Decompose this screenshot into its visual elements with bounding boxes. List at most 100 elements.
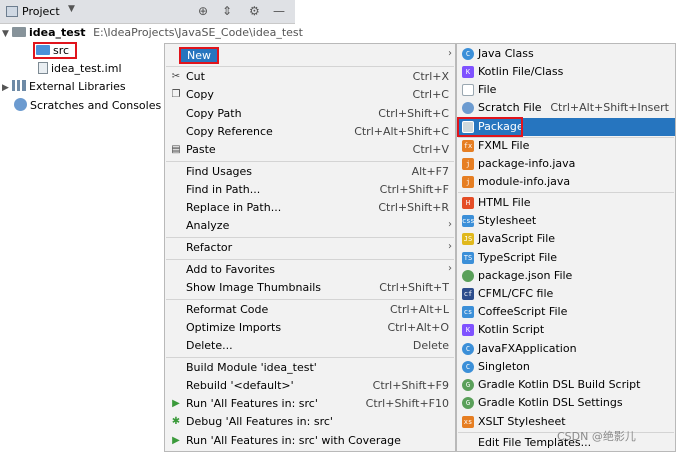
- menu-item-rebuild[interactable]: Rebuild '<default>' Ctrl+Shift+F9: [165, 377, 455, 395]
- html-icon: H: [462, 197, 474, 209]
- menu-item-paste[interactable]: ▤ Paste Ctrl+V: [165, 141, 455, 159]
- menu-separator: [166, 259, 454, 260]
- highlight-box-package: [457, 117, 523, 137]
- crosshair-icon[interactable]: ⊕: [198, 4, 208, 18]
- java-file-icon: j: [462, 176, 474, 188]
- project-path: E:\IdeaProjects\JavaSE_Code\idea_test: [93, 26, 303, 39]
- menu-item-optimize-imports[interactable]: Optimize Imports Ctrl+Alt+O: [165, 319, 455, 337]
- project-icon: [6, 6, 18, 17]
- npm-icon: [462, 270, 474, 282]
- java-class-icon: C: [462, 48, 474, 60]
- submenu-item-kotlin-script[interactable]: K Kotlin Script: [457, 321, 675, 339]
- chevron-right-icon: ›: [448, 219, 452, 230]
- folder-icon: [12, 27, 26, 37]
- submenu-item-singleton[interactable]: C Singleton: [457, 358, 675, 376]
- chevron-down-icon[interactable]: ▼: [2, 29, 12, 39]
- menu-item-refactor[interactable]: Refactor ›: [165, 239, 455, 257]
- scratch-icon: [462, 102, 474, 114]
- menu-item-copy[interactable]: ❐ Copy Ctrl+C: [165, 86, 455, 104]
- ts-icon: TS: [462, 252, 474, 264]
- submenu-item-fxml-file[interactable]: fx FXML File: [457, 137, 675, 155]
- menu-item-copy-reference[interactable]: Copy Reference Ctrl+Alt+Shift+C: [165, 123, 455, 141]
- submenu-item-package-info[interactable]: j package-info.java: [457, 155, 675, 173]
- menu-item-reformat-code[interactable]: Reformat Code Ctrl+Alt+L: [165, 301, 455, 319]
- chevron-right-icon: ›: [448, 263, 452, 274]
- gradle-icon: G: [462, 397, 474, 409]
- submenu-item-typescript-file[interactable]: TS TypeScript File: [457, 249, 675, 267]
- submenu-item-kotlin-file[interactable]: K Kotlin File/Class: [457, 63, 675, 81]
- menu-separator: [166, 66, 454, 67]
- tree-item-label: idea_test: [29, 26, 86, 39]
- menu-item-delete[interactable]: Delete... Delete: [165, 337, 455, 355]
- submenu-item-cfml-file[interactable]: cf CFML/CFC file: [457, 285, 675, 303]
- submenu-item-javascript-file[interactable]: JS JavaScript File: [457, 230, 675, 248]
- menu-item-run-with-coverage[interactable]: ▶ Run 'All Features in: src' with Covera…: [165, 432, 455, 450]
- java-file-icon: j: [462, 158, 474, 170]
- scratches-icon: [14, 98, 27, 111]
- chevron-right-icon[interactable]: ▶: [2, 83, 12, 93]
- clipboard-icon: ▤: [171, 144, 181, 155]
- menu-separator: [166, 299, 454, 300]
- singleton-icon: C: [462, 361, 474, 373]
- chevron-right-icon: ›: [448, 48, 452, 59]
- submenu-item-javafx-application[interactable]: C JavaFXApplication: [457, 340, 675, 358]
- copy-icon: ❐: [171, 89, 181, 100]
- submenu-item-package-json[interactable]: package.json File: [457, 267, 675, 285]
- file-icon: [462, 84, 474, 96]
- menu-separator: [166, 357, 454, 358]
- tree-item-scratches[interactable]: Scratches and Consoles: [14, 98, 161, 116]
- menu-item-replace-in-path[interactable]: Replace in Path... Ctrl+Shift+R: [165, 199, 455, 217]
- menu-item-find-in-path[interactable]: Find in Path... Ctrl+Shift+F: [165, 181, 455, 199]
- submenu-item-module-info[interactable]: j module-info.java: [457, 173, 675, 191]
- menu-item-build-module[interactable]: Build Module 'idea_test': [165, 359, 455, 377]
- menu-item-run[interactable]: ▶ Run 'All Features in: src' Ctrl+Shift+…: [165, 395, 455, 413]
- css-icon: css: [462, 215, 475, 227]
- menu-item-find-usages[interactable]: Find Usages Alt+F7: [165, 163, 455, 181]
- tree-item-external-libraries[interactable]: ▶ External Libraries: [2, 80, 126, 98]
- submenu-item-java-class[interactable]: C Java Class: [457, 45, 675, 63]
- menu-item-cut[interactable]: ✂ Cut Ctrl+X: [165, 68, 455, 86]
- js-icon: JS: [462, 233, 474, 245]
- project-title[interactable]: Project: [22, 5, 60, 18]
- watermark: CSDN @绝影儿: [557, 430, 636, 443]
- kotlin-icon: K: [462, 66, 474, 78]
- submenu-item-html-file[interactable]: H HTML File: [457, 194, 675, 212]
- project-panel-header: Project ▼ ⊕ ⇕ ⚙ —: [0, 0, 295, 24]
- menu-item-show-image-thumbnails[interactable]: Show Image Thumbnails Ctrl+Shift+T: [165, 279, 455, 297]
- tree-item-label: idea_test.iml: [51, 62, 122, 75]
- chevron-right-icon: ›: [448, 241, 452, 252]
- fxml-icon: fx: [462, 140, 474, 152]
- submenu-item-stylesheet[interactable]: css Stylesheet: [457, 212, 675, 230]
- collapse-all-icon[interactable]: ⇕: [222, 4, 232, 18]
- submenu-item-coffeescript-file[interactable]: cs CoffeeScript File: [457, 303, 675, 321]
- tree-item-label: External Libraries: [29, 80, 126, 93]
- minimize-icon[interactable]: —: [273, 4, 285, 18]
- submenu-item-gradle-settings[interactable]: G Gradle Kotlin DSL Settings: [457, 394, 675, 412]
- gear-icon[interactable]: ⚙: [249, 4, 260, 18]
- scissors-icon: ✂: [171, 71, 181, 82]
- menu-item-add-to-favorites[interactable]: Add to Favorites ›: [165, 261, 455, 279]
- menu-separator: [458, 192, 674, 193]
- context-menu: New › ✂ Cut Ctrl+X ❐ Copy Ctrl+C Copy Pa…: [164, 43, 456, 452]
- menu-separator: [166, 237, 454, 238]
- tree-item-label: Scratches and Consoles: [30, 99, 162, 112]
- menu-item-copy-path[interactable]: Copy Path Ctrl+Shift+C: [165, 105, 455, 123]
- coffee-icon: cs: [462, 306, 474, 318]
- gradle-icon: G: [462, 379, 474, 391]
- chevron-down-icon[interactable]: ▼: [68, 4, 75, 14]
- debug-icon: ✱: [171, 416, 181, 427]
- menu-separator: [166, 161, 454, 162]
- tree-item-iml[interactable]: idea_test.iml: [38, 62, 122, 80]
- kotlin-script-icon: K: [462, 324, 474, 336]
- menu-item-debug[interactable]: ✱ Debug 'All Features in: src': [165, 413, 455, 431]
- module-file-icon: [38, 62, 48, 74]
- submenu-item-gradle-build-script[interactable]: G Gradle Kotlin DSL Build Script: [457, 376, 675, 394]
- menu-item-analyze[interactable]: Analyze ›: [165, 217, 455, 235]
- highlight-box-src: [33, 42, 77, 59]
- library-icon: [12, 80, 26, 91]
- coverage-icon: ▶: [172, 435, 180, 446]
- submenu-item-scratch-file[interactable]: Scratch File Ctrl+Alt+Shift+Insert: [457, 99, 675, 117]
- menu-item-new[interactable]: New ›: [165, 46, 455, 64]
- cfml-icon: cf: [462, 288, 474, 300]
- submenu-item-file[interactable]: File: [457, 81, 675, 99]
